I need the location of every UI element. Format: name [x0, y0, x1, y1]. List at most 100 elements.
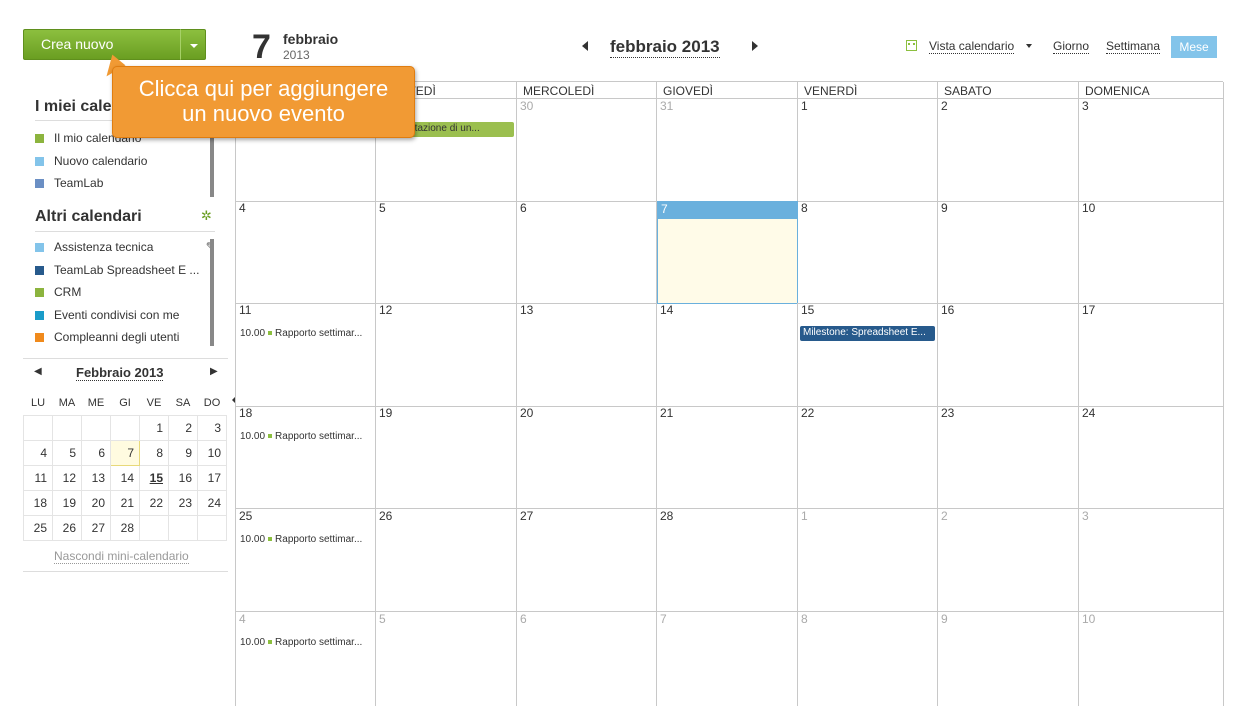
- mini-day-cell[interactable]: 1: [139, 414, 169, 441]
- create-new-button[interactable]: Crea nuovo: [23, 29, 180, 60]
- mini-day-cell[interactable]: 8: [139, 439, 169, 466]
- day-cell[interactable]: 22: [798, 406, 938, 509]
- day-cell[interactable]: 14: [657, 303, 798, 407]
- day-cell[interactable]: 11 10.00 Rapporto settimar...: [236, 303, 376, 407]
- day-cell[interactable]: 8: [798, 612, 938, 706]
- day-cell[interactable]: 13: [517, 303, 657, 407]
- event-item[interactable]: 10.00 Rapporto settimar...: [240, 431, 362, 442]
- day-cell[interactable]: 18 10.00 Rapporto settimar...: [236, 406, 376, 509]
- day-number: 5: [379, 612, 386, 626]
- day-view-button[interactable]: Giorno: [1053, 39, 1090, 54]
- mini-prev-month-icon[interactable]: ◀: [34, 366, 42, 377]
- day-cell[interactable]: 1: [798, 99, 938, 202]
- mini-day-cell[interactable]: 17: [197, 464, 227, 491]
- mini-day-cell[interactable]: 6: [81, 439, 111, 466]
- day-cell[interactable]: 26: [376, 509, 517, 612]
- day-cell[interactable]: 8: [798, 201, 938, 304]
- day-cell[interactable]: 12: [376, 303, 517, 407]
- day-cell[interactable]: 23: [938, 406, 1079, 509]
- mini-day-cell[interactable]: 3: [197, 414, 227, 441]
- mini-day-cell[interactable]: 20: [81, 489, 111, 516]
- mini-day-cell[interactable]: 22: [139, 489, 169, 516]
- my-calendar-item[interactable]: Nuovo calendario: [35, 152, 215, 175]
- other-calendar-item[interactable]: Eventi condivisi con me: [35, 306, 215, 329]
- hide-mini-calendar-link[interactable]: Nascondi mini-calendario: [54, 549, 189, 564]
- other-calendar-item[interactable]: Compleanni degli utenti: [35, 328, 215, 351]
- day-cell[interactable]: 6: [517, 201, 657, 304]
- day-cell[interactable]: 27: [517, 509, 657, 612]
- mini-next-month-icon[interactable]: ▶: [210, 366, 218, 377]
- mini-day-cell[interactable]: 26: [52, 514, 82, 541]
- day-cell[interactable]: 21: [657, 406, 798, 509]
- day-cell[interactable]: 1: [798, 509, 938, 612]
- other-calendar-item[interactable]: TeamLab Spreadsheet E ...: [35, 261, 215, 284]
- day-cell[interactable]: 19: [376, 406, 517, 509]
- day-cell[interactable]: 28: [657, 509, 798, 612]
- mini-day-cell[interactable]: 18: [23, 489, 53, 516]
- chevron-down-icon[interactable]: [1026, 44, 1032, 51]
- day-cell[interactable]: 4: [236, 201, 376, 304]
- day-cell[interactable]: 9: [938, 201, 1079, 304]
- day-cell[interactable]: 5: [376, 612, 517, 706]
- day-number: 3: [1082, 99, 1089, 113]
- mini-day-cell[interactable]: 2: [168, 414, 198, 441]
- mini-day-cell[interactable]: 13: [81, 464, 111, 491]
- mini-day-cell[interactable]: 19: [52, 489, 82, 516]
- mini-day-cell[interactable]: 12: [52, 464, 82, 491]
- day-cell[interactable]: 16: [938, 303, 1079, 407]
- other-calendar-item[interactable]: Assistenza tecnica✎: [35, 238, 215, 261]
- milestone-bar[interactable]: Milestone: Spreadsheet E...: [800, 326, 935, 341]
- day-cell[interactable]: 17: [1079, 303, 1224, 407]
- mini-day-cell[interactable]: 7: [110, 439, 140, 466]
- day-cell[interactable]: 4 10.00 Rapporto settimar...: [236, 612, 376, 706]
- mini-day-cell[interactable]: 11: [23, 464, 53, 491]
- day-cell[interactable]: 15 Milestone: Spreadsheet E...: [798, 303, 938, 407]
- day-cell[interactable]: 9: [938, 612, 1079, 706]
- week-view-button[interactable]: Settimana: [1106, 39, 1161, 54]
- my-calendar-item[interactable]: TeamLab: [35, 174, 215, 197]
- day-cell[interactable]: 30: [517, 99, 657, 202]
- day-cell[interactable]: 7: [657, 612, 798, 706]
- mini-day-cell[interactable]: 16: [168, 464, 198, 491]
- day-cell[interactable]: 7: [657, 201, 798, 304]
- month-title[interactable]: febbraio 2013: [610, 37, 720, 58]
- other-calendars-scrollbar[interactable]: [210, 239, 214, 346]
- day-cell[interactable]: 20: [517, 406, 657, 509]
- mini-day-cell[interactable]: 15: [139, 464, 169, 491]
- day-cell[interactable]: 10: [1079, 612, 1224, 706]
- day-cell[interactable]: 10: [1079, 201, 1224, 304]
- day-cell[interactable]: 6: [517, 612, 657, 706]
- day-cell[interactable]: 2: [938, 509, 1079, 612]
- mini-day-cell[interactable]: 24: [197, 489, 227, 516]
- prev-month-icon[interactable]: [577, 41, 588, 51]
- mini-day-cell[interactable]: 25: [23, 514, 53, 541]
- gear-icon[interactable]: ✲: [201, 209, 215, 223]
- day-cell[interactable]: 2: [938, 99, 1079, 202]
- create-new-dropdown-button[interactable]: [180, 29, 206, 60]
- mini-day-cell[interactable]: 14: [110, 464, 140, 491]
- day-cell[interactable]: 24: [1079, 406, 1224, 509]
- month-view-button[interactable]: Mese: [1171, 36, 1217, 58]
- calendar-view-select[interactable]: Vista calendario: [929, 39, 1015, 54]
- event-time: 10.00: [240, 637, 266, 648]
- mini-day-cell[interactable]: 4: [23, 439, 53, 466]
- mini-day-cell[interactable]: 21: [110, 489, 140, 516]
- mini-day-cell[interactable]: 28: [110, 514, 140, 541]
- mini-day-cell[interactable]: 5: [52, 439, 82, 466]
- day-cell[interactable]: 25 10.00 Rapporto settimar...: [236, 509, 376, 612]
- next-month-icon[interactable]: [752, 41, 763, 51]
- mini-month-title[interactable]: Febbraio 2013: [76, 365, 164, 381]
- mini-day-cell[interactable]: 9: [168, 439, 198, 466]
- event-item[interactable]: 10.00 Rapporto settimar...: [240, 534, 362, 545]
- mini-week-row: 18 19 20 21 22 23 24: [23, 489, 227, 516]
- event-item[interactable]: 10.00 Rapporto settimar...: [240, 328, 362, 339]
- mini-day-cell[interactable]: 10: [197, 439, 227, 466]
- event-item[interactable]: 10.00 Rapporto settimar...: [240, 637, 362, 648]
- day-cell[interactable]: 5: [376, 201, 517, 304]
- mini-day-cell[interactable]: 23: [168, 489, 198, 516]
- day-cell[interactable]: 3: [1079, 99, 1224, 202]
- day-cell[interactable]: 31: [657, 99, 798, 202]
- mini-day-cell[interactable]: 27: [81, 514, 111, 541]
- day-cell[interactable]: 3: [1079, 509, 1224, 612]
- other-calendar-item[interactable]: CRM: [35, 283, 215, 306]
